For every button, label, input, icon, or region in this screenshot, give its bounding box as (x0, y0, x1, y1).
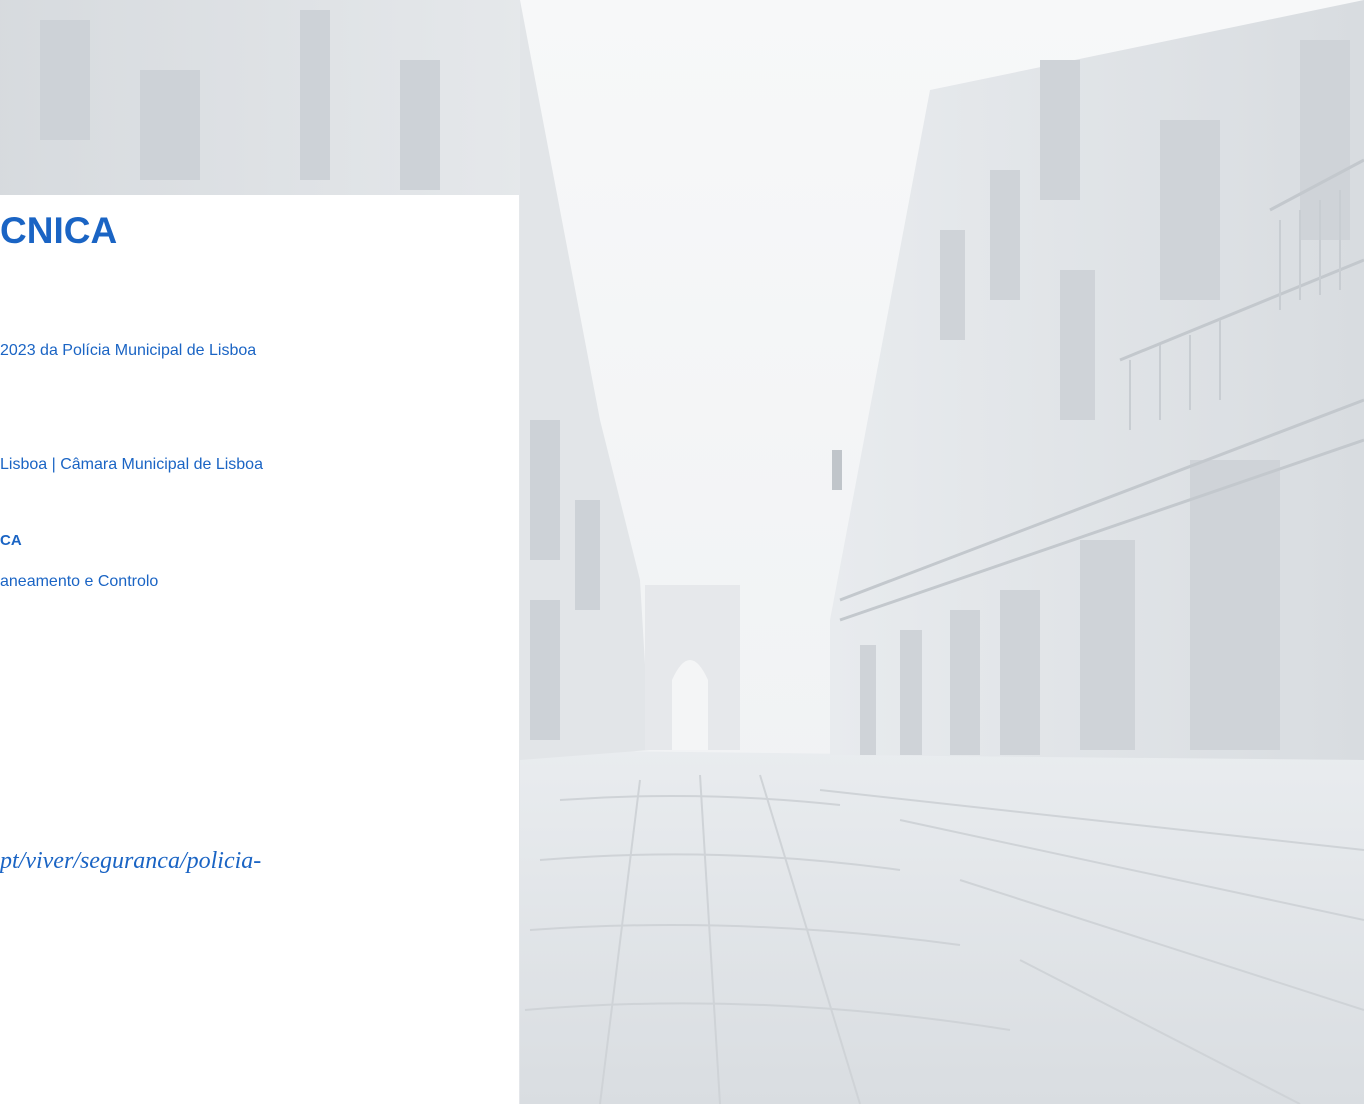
website-link[interactable]: pt/viver/seguranca/policia- (0, 846, 261, 876)
section-heading: CNICA (0, 210, 118, 251)
publisher-line: Lisboa | Câmara Municipal de Lisboa (0, 456, 263, 473)
info-panel: CNICA 2023 da Polícia Municipal de Lisbo… (0, 195, 519, 1104)
department-line: aneamento e Controlo (0, 573, 159, 590)
subheading-line: CA (0, 532, 22, 549)
document-title-line: 2023 da Polícia Municipal de Lisboa (0, 342, 257, 359)
